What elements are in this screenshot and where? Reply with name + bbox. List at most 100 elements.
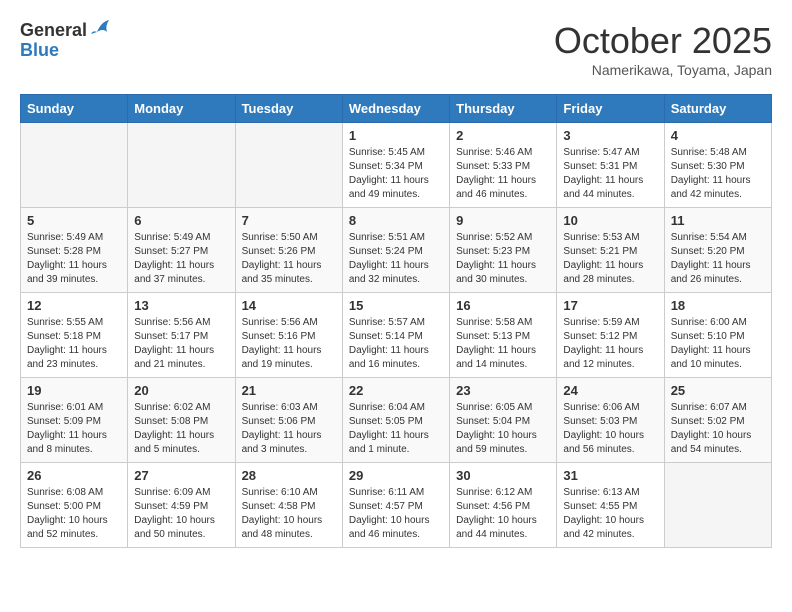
day-number: 11: [671, 213, 765, 228]
day-number: 6: [134, 213, 228, 228]
calendar-cell: [21, 123, 128, 208]
calendar-week-row: 5 Sunrise: 5:49 AM Sunset: 5:28 PM Daylig…: [21, 208, 772, 293]
day-info: Sunrise: 6:02 AM Sunset: 5:08 PM Dayligh…: [134, 401, 228, 457]
calendar-cell: 20 Sunrise: 6:02 AM Sunset: 5:08 PM Dayli…: [128, 378, 235, 463]
calendar-cell: 29Sunrise: 6:11 AM Sunset: 4:57 PM Dayli…: [342, 463, 449, 548]
calendar-cell: 14 Sunrise: 5:56 AM Sunset: 5:16 PM Dayli…: [235, 293, 342, 378]
day-number: 16: [456, 298, 550, 313]
day-number: 18: [671, 298, 765, 313]
calendar-cell: 30 Sunrise: 6:12 AM Sunset: 4:56 PM Dayli…: [450, 463, 557, 548]
calendar-cell: [128, 123, 235, 208]
logo: General Blue: [20, 20, 111, 61]
calendar-week-row: 26 Sunrise: 6:08 AM Sunset: 5:00 PM Dayli…: [21, 463, 772, 548]
day-info: Sunrise: 5:58 AM Sunset: 5:13 PM Dayligh…: [456, 316, 550, 372]
day-info: Sunrise: 5:55 AM Sunset: 5:18 PM Dayligh…: [27, 316, 121, 372]
day-number: 8: [349, 213, 443, 228]
day-number: 14: [242, 298, 336, 313]
page-header: General Blue October 2025 Namerikawa, To…: [20, 20, 772, 78]
day-number: 17: [563, 298, 657, 313]
weekday-header-saturday: Saturday: [664, 95, 771, 123]
calendar-cell: 3 Sunrise: 5:47 AM Sunset: 5:31 PM Daylig…: [557, 123, 664, 208]
calendar-week-row: 1Sunrise: 5:45 AM Sunset: 5:34 PM Daylig…: [21, 123, 772, 208]
day-number: 23: [456, 383, 550, 398]
day-info: Sunrise: 6:08 AM Sunset: 5:00 PM Dayligh…: [27, 486, 121, 542]
day-number: 27: [134, 468, 228, 483]
day-number: 4: [671, 128, 765, 143]
day-info: Sunrise: 5:57 AM Sunset: 5:14 PM Dayligh…: [349, 316, 443, 372]
calendar-cell: 16 Sunrise: 5:58 AM Sunset: 5:13 PM Dayli…: [450, 293, 557, 378]
calendar-cell: 7 Sunrise: 5:50 AM Sunset: 5:26 PM Daylig…: [235, 208, 342, 293]
weekday-header-friday: Friday: [557, 95, 664, 123]
day-info: Sunrise: 5:48 AM Sunset: 5:30 PM Dayligh…: [671, 146, 765, 202]
day-number: 12: [27, 298, 121, 313]
day-info: Sunrise: 6:01 AM Sunset: 5:09 PM Dayligh…: [27, 401, 121, 457]
calendar-cell: 2 Sunrise: 5:46 AM Sunset: 5:33 PM Daylig…: [450, 123, 557, 208]
calendar-cell: [235, 123, 342, 208]
day-info: Sunrise: 6:09 AM Sunset: 4:59 PM Dayligh…: [134, 486, 228, 542]
calendar-cell: 11 Sunrise: 5:54 AM Sunset: 5:20 PM Dayli…: [664, 208, 771, 293]
day-info: Sunrise: 6:13 AM Sunset: 4:55 PM Dayligh…: [563, 486, 657, 542]
day-info: Sunrise: 5:53 AM Sunset: 5:21 PM Dayligh…: [563, 231, 657, 287]
day-info: Sunrise: 5:50 AM Sunset: 5:26 PM Dayligh…: [242, 231, 336, 287]
calendar-cell: 27 Sunrise: 6:09 AM Sunset: 4:59 PM Dayli…: [128, 463, 235, 548]
day-info: Sunrise: 5:56 AM Sunset: 5:17 PM Dayligh…: [134, 316, 228, 372]
day-number: 20: [134, 383, 228, 398]
day-info: Sunrise: 5:49 AM Sunset: 5:28 PM Dayligh…: [27, 231, 121, 287]
calendar-cell: 24 Sunrise: 6:06 AM Sunset: 5:03 PM Dayli…: [557, 378, 664, 463]
day-number: 5: [27, 213, 121, 228]
day-info: Sunrise: 6:10 AM Sunset: 4:58 PM Dayligh…: [242, 486, 336, 542]
day-number: 3: [563, 128, 657, 143]
calendar-cell: 6 Sunrise: 5:49 AM Sunset: 5:27 PM Daylig…: [128, 208, 235, 293]
weekday-header-monday: Monday: [128, 95, 235, 123]
day-info: Sunrise: 5:49 AM Sunset: 5:27 PM Dayligh…: [134, 231, 228, 287]
day-info: Sunrise: 6:12 AM Sunset: 4:56 PM Dayligh…: [456, 486, 550, 542]
calendar-cell: 4 Sunrise: 5:48 AM Sunset: 5:30 PM Daylig…: [664, 123, 771, 208]
logo-text: General: [20, 20, 87, 42]
day-number: 25: [671, 383, 765, 398]
day-number: 13: [134, 298, 228, 313]
calendar-cell: 19Sunrise: 6:01 AM Sunset: 5:09 PM Dayli…: [21, 378, 128, 463]
day-info: Sunrise: 6:07 AM Sunset: 5:02 PM Dayligh…: [671, 401, 765, 457]
day-info: Sunrise: 6:00 AM Sunset: 5:10 PM Dayligh…: [671, 316, 765, 372]
calendar-table: SundayMondayTuesdayWednesdayThursdayFrid…: [20, 94, 772, 548]
day-number: 22: [349, 383, 443, 398]
day-number: 2: [456, 128, 550, 143]
weekday-header-wednesday: Wednesday: [342, 95, 449, 123]
month-title: October 2025: [554, 20, 772, 62]
calendar-cell: [664, 463, 771, 548]
calendar-cell: 22Sunrise: 6:04 AM Sunset: 5:05 PM Dayli…: [342, 378, 449, 463]
day-number: 21: [242, 383, 336, 398]
day-number: 31: [563, 468, 657, 483]
day-number: 24: [563, 383, 657, 398]
calendar-cell: 13 Sunrise: 5:56 AM Sunset: 5:17 PM Dayli…: [128, 293, 235, 378]
day-number: 10: [563, 213, 657, 228]
day-number: 9: [456, 213, 550, 228]
day-number: 30: [456, 468, 550, 483]
calendar-cell: 26 Sunrise: 6:08 AM Sunset: 5:00 PM Dayli…: [21, 463, 128, 548]
calendar-cell: 10 Sunrise: 5:53 AM Sunset: 5:21 PM Dayli…: [557, 208, 664, 293]
calendar-cell: 8Sunrise: 5:51 AM Sunset: 5:24 PM Daylig…: [342, 208, 449, 293]
day-info: Sunrise: 6:06 AM Sunset: 5:03 PM Dayligh…: [563, 401, 657, 457]
day-info: Sunrise: 5:54 AM Sunset: 5:20 PM Dayligh…: [671, 231, 765, 287]
calendar-cell: 15 Sunrise: 5:57 AM Sunset: 5:14 PM Dayli…: [342, 293, 449, 378]
weekday-header-sunday: Sunday: [21, 95, 128, 123]
calendar-cell: 21 Sunrise: 6:03 AM Sunset: 5:06 PM Dayli…: [235, 378, 342, 463]
day-info: Sunrise: 5:56 AM Sunset: 5:16 PM Dayligh…: [242, 316, 336, 372]
day-info: Sunrise: 5:47 AM Sunset: 5:31 PM Dayligh…: [563, 146, 657, 202]
title-section: October 2025 Namerikawa, Toyama, Japan: [554, 20, 772, 78]
calendar-cell: 9Sunrise: 5:52 AM Sunset: 5:23 PM Daylig…: [450, 208, 557, 293]
day-number: 15: [349, 298, 443, 313]
calendar-cell: 17Sunrise: 5:59 AM Sunset: 5:12 PM Dayli…: [557, 293, 664, 378]
calendar-cell: 1Sunrise: 5:45 AM Sunset: 5:34 PM Daylig…: [342, 123, 449, 208]
day-info: Sunrise: 5:46 AM Sunset: 5:33 PM Dayligh…: [456, 146, 550, 202]
calendar-week-row: 12 Sunrise: 5:55 AM Sunset: 5:18 PM Dayli…: [21, 293, 772, 378]
calendar-cell: 12 Sunrise: 5:55 AM Sunset: 5:18 PM Dayli…: [21, 293, 128, 378]
day-number: 26: [27, 468, 121, 483]
weekday-header-tuesday: Tuesday: [235, 95, 342, 123]
day-number: 7: [242, 213, 336, 228]
day-number: 29: [349, 468, 443, 483]
calendar-cell: 31 Sunrise: 6:13 AM Sunset: 4:55 PM Dayli…: [557, 463, 664, 548]
weekday-header-row: SundayMondayTuesdayWednesdayThursdayFrid…: [21, 95, 772, 123]
logo-bird-icon: [89, 18, 111, 40]
day-info: Sunrise: 6:03 AM Sunset: 5:06 PM Dayligh…: [242, 401, 336, 457]
